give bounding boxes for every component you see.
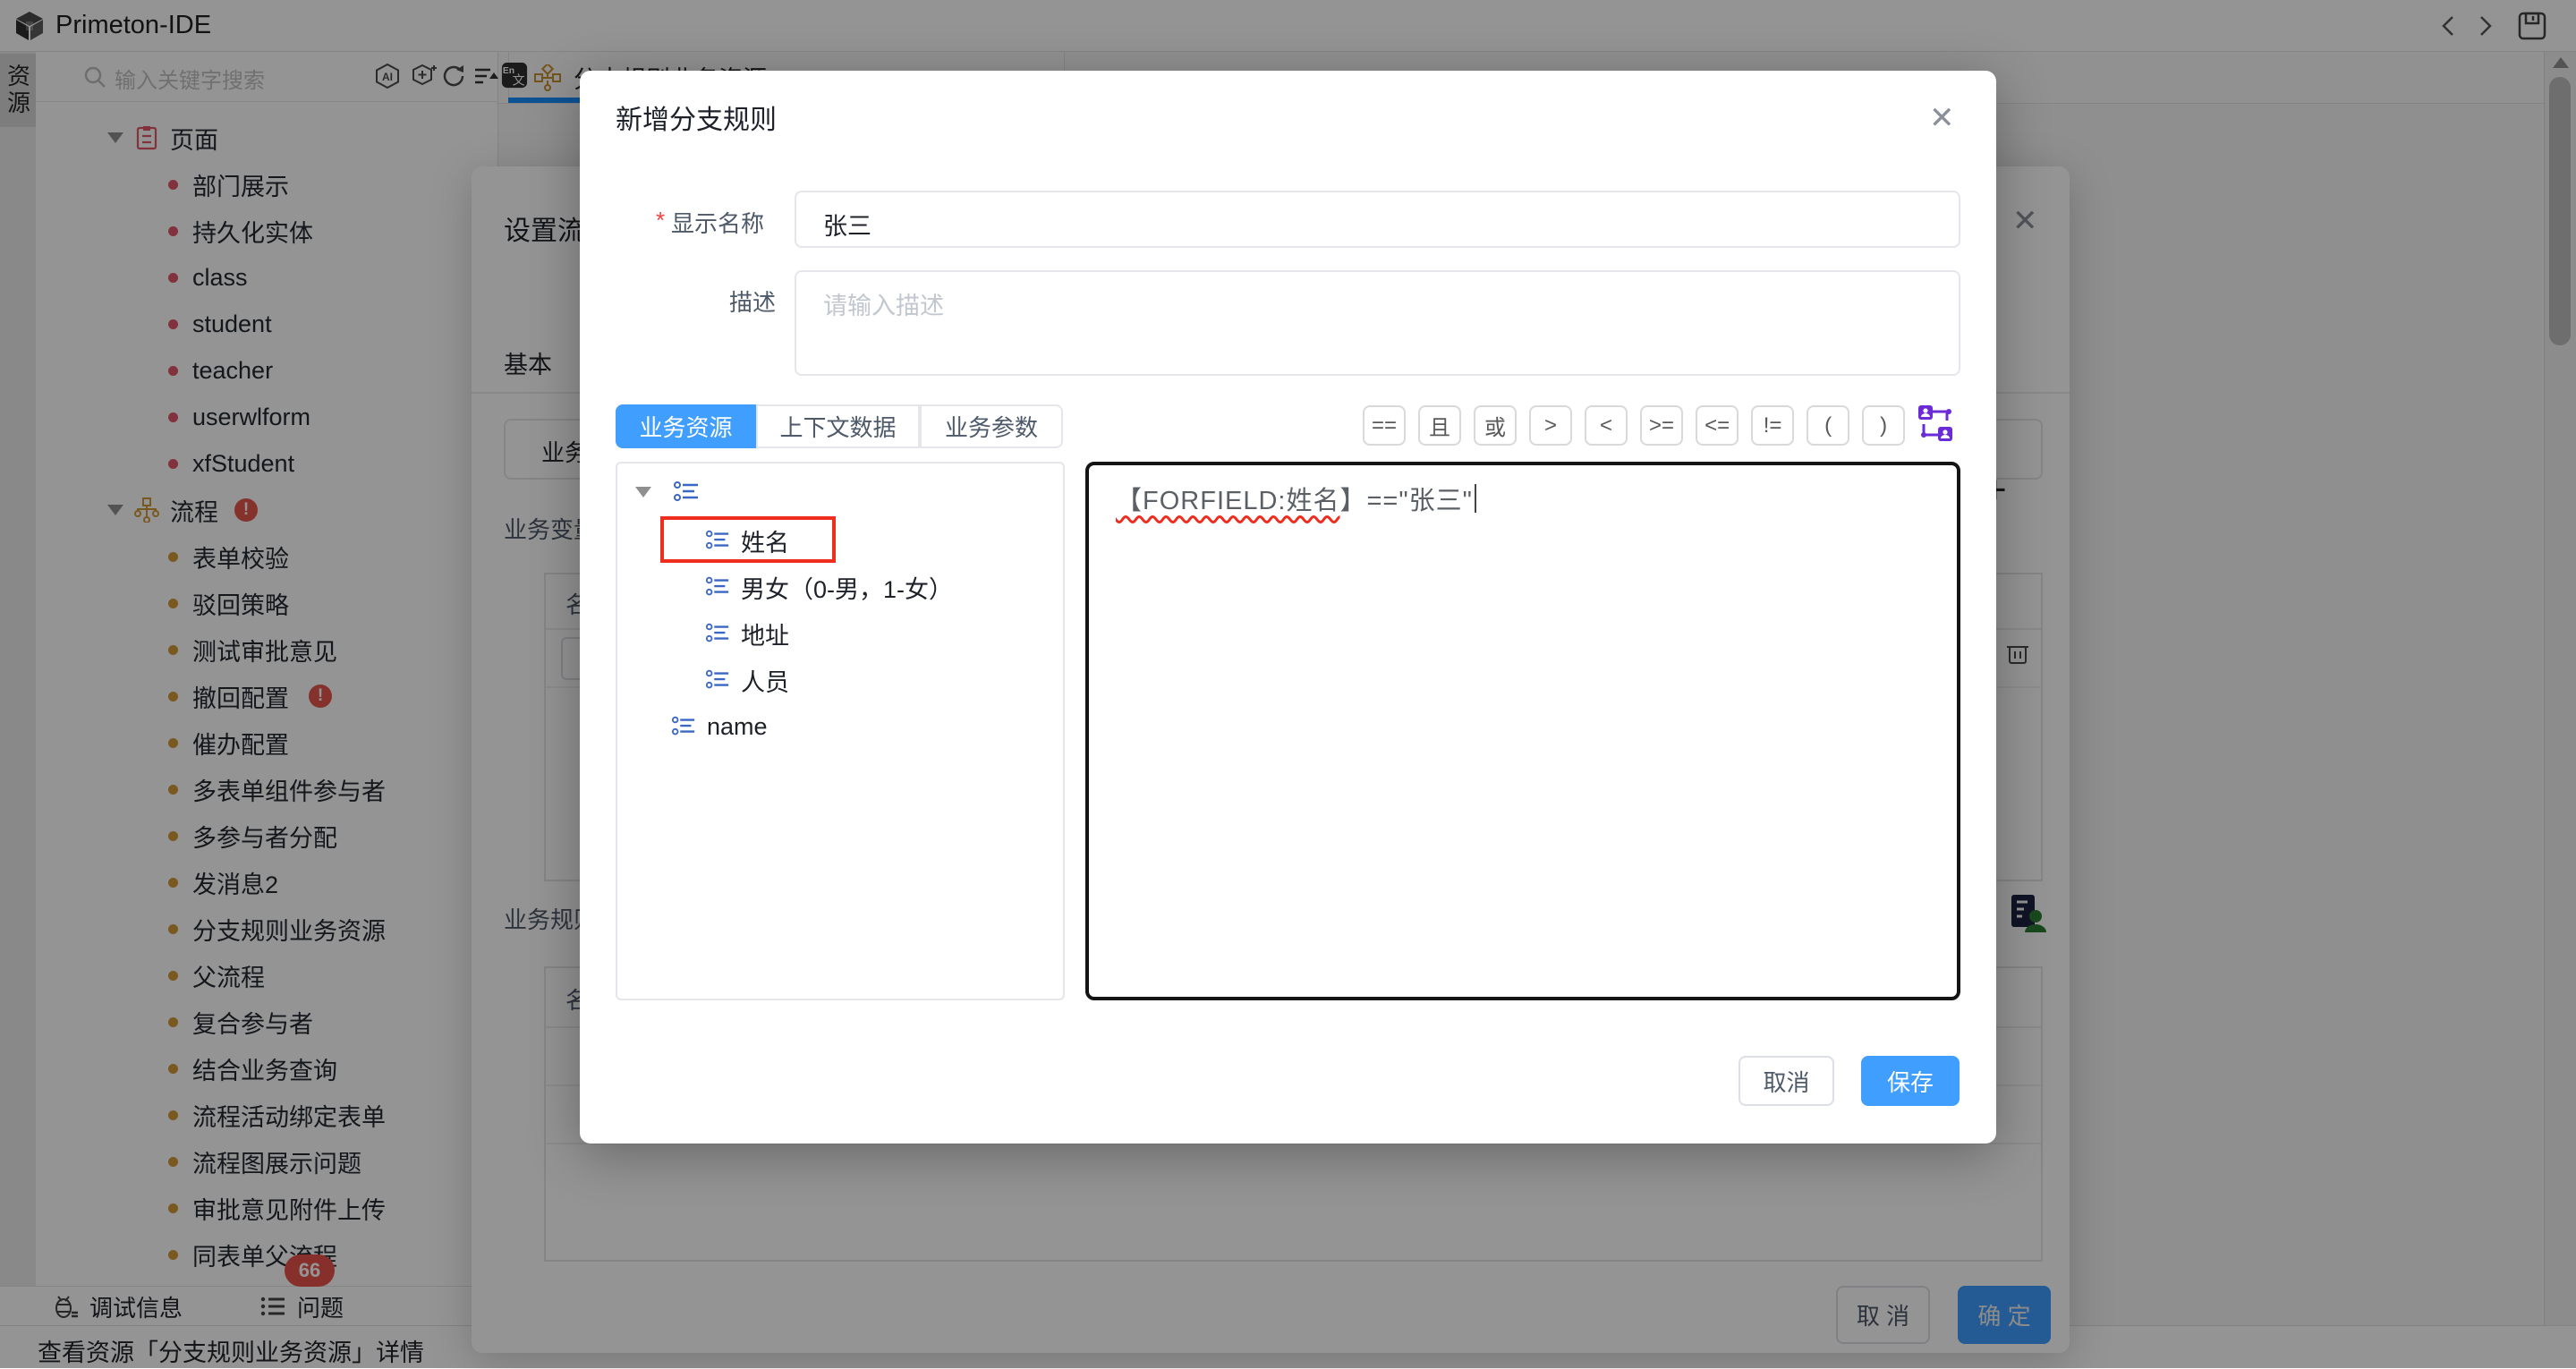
tab-business-params[interactable]: 业务参数 <box>920 404 1063 448</box>
field-icon <box>705 621 730 646</box>
display-name-label: 显示名称 <box>671 206 764 239</box>
description-textarea[interactable]: 请输入描述 <box>795 270 1960 376</box>
description-placeholder: 请输入描述 <box>823 286 944 321</box>
operator-button[interactable]: ( <box>1807 405 1849 446</box>
tree-item-gender[interactable]: 男女（0-男，1-女） <box>705 565 953 608</box>
description-label: 描述 <box>729 285 776 318</box>
tree-item-label: 男女（0-男，1-女） <box>741 570 953 605</box>
operator-button[interactable]: 或 <box>1474 405 1517 446</box>
operator-button[interactable]: ) <box>1862 405 1905 446</box>
expression-editor[interactable]: 【FORFIELD:姓名】=="张三" <box>1085 462 1960 1000</box>
tree-item-name-en[interactable]: name <box>671 705 768 748</box>
field-icon <box>671 714 696 739</box>
field-icon <box>705 667 730 693</box>
tree-item-address[interactable]: 地址 <box>705 612 789 655</box>
participants-picker-icon[interactable] <box>1917 404 1954 443</box>
operator-button[interactable]: < <box>1585 405 1628 446</box>
tab-context-data[interactable]: 上下文数据 <box>756 404 920 448</box>
operator-button[interactable]: 且 <box>1418 405 1461 446</box>
tree-root-row[interactable] <box>635 472 700 513</box>
operator-button[interactable]: != <box>1751 405 1794 446</box>
cancel-button[interactable]: 取消 <box>1739 1056 1834 1106</box>
tree-item-label: 人员 <box>741 663 789 698</box>
tree-item-personnel[interactable]: 人员 <box>705 659 789 702</box>
display-name-input[interactable]: 张三 <box>795 191 1960 248</box>
display-name-value: 张三 <box>823 207 871 242</box>
operator-button[interactable]: <= <box>1696 405 1739 446</box>
field-list-icon <box>673 479 700 506</box>
operator-toolbar: == 且或 > < >= <= != () <box>1363 405 1905 446</box>
expression-text: 【FORFIELD:姓名】=="张三" <box>1116 480 1476 517</box>
tab-business-resource[interactable]: 业务资源 <box>616 404 756 448</box>
annotation-highlight-box <box>660 516 836 563</box>
expression-invalid-token: FORFIELD:姓名 <box>1143 487 1339 515</box>
tree-item-label: name <box>707 713 768 741</box>
operator-button[interactable]: == <box>1363 405 1406 446</box>
tree-item-label: 地址 <box>741 616 789 651</box>
application-window: Primeton-IDE 资源 输入关键字搜索 AI <box>0 0 2576 1368</box>
operator-button[interactable]: > <box>1529 405 1572 446</box>
required-mark: * <box>656 207 665 234</box>
save-button[interactable]: 保存 <box>1861 1056 1960 1106</box>
close-icon[interactable]: ✕ <box>1929 103 1955 133</box>
caret-down-icon[interactable] <box>635 487 651 497</box>
field-icon <box>705 574 730 599</box>
modal-title: 新增分支规则 <box>616 98 777 137</box>
text-cursor <box>1475 484 1476 513</box>
add-branch-rule-modal: 新增分支规则 ✕ * 显示名称 张三 描述 请输入描述 业务资源 上下文数据 业… <box>580 71 1996 1144</box>
operator-button[interactable]: >= <box>1640 405 1683 446</box>
